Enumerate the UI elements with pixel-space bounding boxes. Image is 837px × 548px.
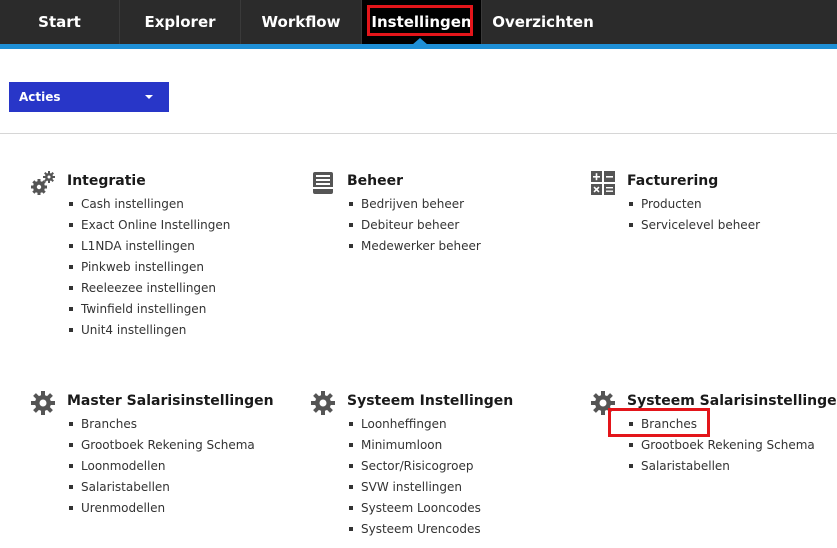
list-item[interactable]: Grootboek Rekening Schema — [627, 437, 815, 458]
nav-tab-overzichten[interactable]: Overzichten — [482, 0, 604, 44]
nav-accent-bar — [0, 44, 837, 49]
list-item[interactable]: Medewerker beheer — [347, 238, 481, 259]
section-list: Producten Servicelevel beheer — [627, 196, 760, 238]
list-item[interactable]: Producten — [627, 196, 760, 217]
gear-icon — [31, 391, 55, 415]
nav-tab-start[interactable]: Start — [0, 0, 120, 44]
section-title: Integratie — [67, 173, 146, 189]
actions-dropdown[interactable]: Acties — [9, 82, 169, 112]
section-list: Cash instellingen Exact Online Instellin… — [67, 196, 230, 343]
section-list: Branches Grootboek Rekening Schema Loonm… — [67, 416, 255, 521]
list-item[interactable]: Urenmodellen — [67, 500, 255, 521]
list-item[interactable]: Salaristabellen — [67, 479, 255, 500]
section-title: Beheer — [347, 173, 404, 189]
list-item[interactable]: SVW instellingen — [347, 479, 481, 500]
calculator-icon — [591, 171, 615, 195]
list-item[interactable]: Systeem Urencodes — [347, 521, 481, 542]
list-item[interactable]: Servicelevel beheer — [627, 217, 760, 238]
list-item[interactable]: Grootboek Rekening Schema — [67, 437, 255, 458]
list-item[interactable]: Branches — [627, 416, 815, 437]
list-item[interactable]: Minimumloon — [347, 437, 481, 458]
list-item[interactable]: Exact Online Instellingen — [67, 217, 230, 238]
nav-tab-workflow[interactable]: Workflow — [241, 0, 362, 44]
list-item[interactable]: Debiteur beheer — [347, 217, 481, 238]
section-title: Systeem Salarisinstellingen — [627, 393, 837, 409]
section-list: Loonheffingen Minimumloon Sector/Risicog… — [347, 416, 481, 542]
list-item[interactable]: Bedrijven beheer — [347, 196, 481, 217]
list-item[interactable]: Cash instellingen — [67, 196, 230, 217]
section-title: Facturering — [627, 173, 719, 189]
list-item[interactable]: Reeleezee instellingen — [67, 280, 230, 301]
gears-icon — [31, 171, 55, 195]
list-item[interactable]: Loonheffingen — [347, 416, 481, 437]
list-item[interactable]: Salaristabellen — [627, 458, 815, 479]
section-title: Systeem Instellingen — [347, 393, 514, 409]
gear-icon — [591, 391, 615, 415]
section-list: Branches Grootboek Rekening Schema Salar… — [627, 416, 815, 479]
divider — [0, 133, 837, 134]
list-item[interactable]: Branches — [67, 416, 255, 437]
section-title: Master Salarisinstellingen — [67, 393, 274, 409]
list-item[interactable]: Loonmodellen — [67, 458, 255, 479]
actions-dropdown-label: Acties — [19, 90, 61, 104]
gear-icon — [311, 391, 335, 415]
list-item[interactable]: L1NDA instellingen — [67, 238, 230, 259]
caret-down-icon — [145, 95, 153, 99]
inbox-icon — [313, 172, 333, 194]
nav-tab-explorer[interactable]: Explorer — [120, 0, 241, 44]
list-item[interactable]: Sector/Risicogroep — [347, 458, 481, 479]
section-list: Bedrijven beheer Debiteur beheer Medewer… — [347, 196, 481, 259]
top-navigation: Start Explorer Workflow Instellingen Ove… — [0, 0, 837, 45]
list-item[interactable]: Twinfield instellingen — [67, 301, 230, 322]
list-item[interactable]: Unit4 instellingen — [67, 322, 230, 343]
list-item[interactable]: Systeem Looncodes — [347, 500, 481, 521]
list-item[interactable]: Pinkweb instellingen — [67, 259, 230, 280]
